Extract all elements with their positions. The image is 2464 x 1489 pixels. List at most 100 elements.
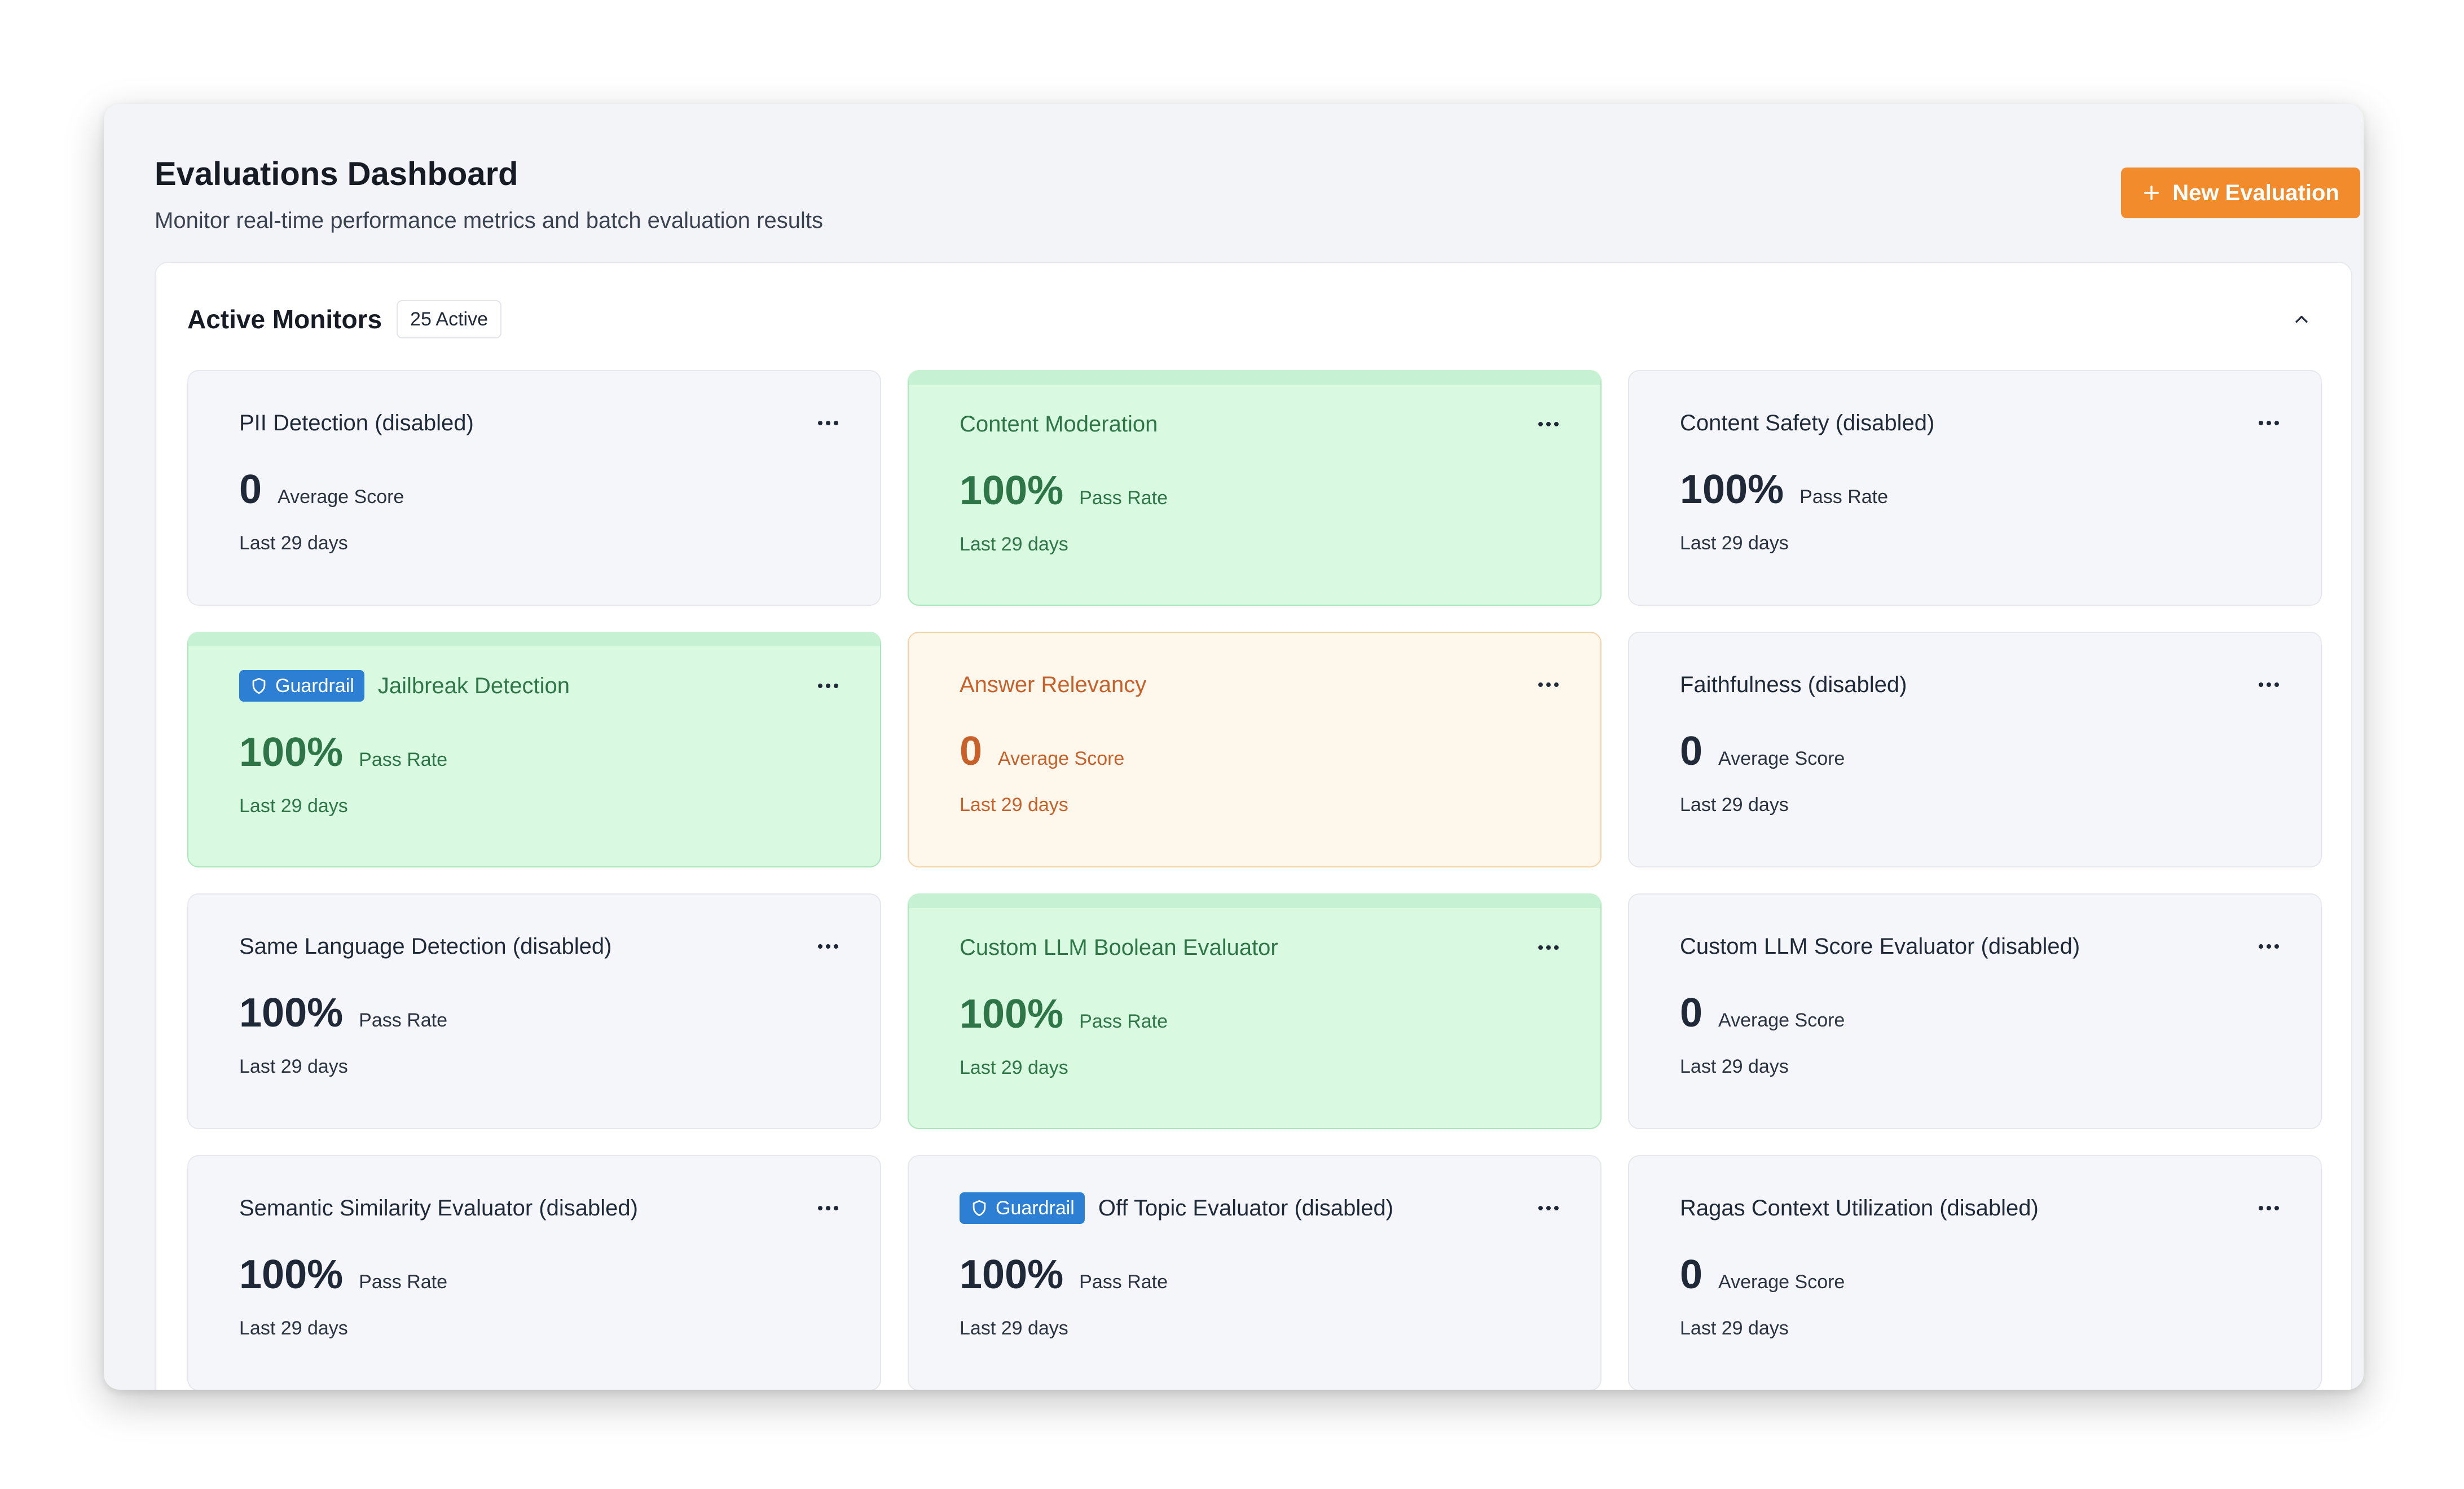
guardrail-badge: Guardrail <box>239 670 364 702</box>
more-options-button[interactable] <box>2252 406 2286 440</box>
monitor-card[interactable]: Content Moderation 100% Pass Rate Last 2… <box>908 370 1601 606</box>
panel-header: Active Monitors 25 Active <box>187 299 2320 340</box>
monitor-title: Content Moderation <box>960 412 1158 437</box>
metric-row: 0 Average Score <box>960 729 1551 774</box>
new-evaluation-label: New Evaluation <box>2172 180 2339 205</box>
metric-label: Pass Rate <box>1079 487 1168 509</box>
monitor-title: Ragas Context Utilization (disabled) <box>1680 1196 2039 1221</box>
monitor-card[interactable]: Faithfulness (disabled) 0 Average Score … <box>1628 632 2322 867</box>
card-header: Semantic Similarity Evaluator (disabled) <box>239 1191 830 1225</box>
metric-label: Average Score <box>278 486 404 508</box>
monitor-card[interactable]: Content Safety (disabled) 100% Pass Rate… <box>1628 370 2322 606</box>
time-period: Last 29 days <box>960 794 1068 816</box>
metric-row: 0 Average Score <box>1680 729 2271 774</box>
card-header: Ragas Context Utilization (disabled) <box>1680 1191 2271 1225</box>
metric-row: 100% Pass Rate <box>960 1252 1551 1297</box>
time-period: Last 29 days <box>960 534 1068 555</box>
monitor-card[interactable]: Semantic Similarity Evaluator (disabled)… <box>187 1155 881 1390</box>
monitor-title: PII Detection (disabled) <box>239 411 474 435</box>
more-options-button[interactable] <box>2252 668 2286 702</box>
metric-row: 100% Pass Rate <box>960 992 1551 1037</box>
metric-label: Average Score <box>1718 748 1845 769</box>
monitor-card[interactable]: Guardrail Off Topic Evaluator (disabled)… <box>908 1155 1601 1390</box>
metric-label: Pass Rate <box>1799 486 1889 508</box>
guardrail-label: Guardrail <box>996 1197 1075 1219</box>
active-count-badge: 25 Active <box>397 300 502 338</box>
monitor-title: Answer Relevancy <box>960 672 1147 697</box>
card-header: Custom LLM Score Evaluator (disabled) <box>1680 929 2271 963</box>
metric-row: 0 Average Score <box>1680 1252 2271 1297</box>
time-period: Last 29 days <box>1680 532 1789 554</box>
metric-label: Average Score <box>998 748 1125 769</box>
metric-value: 100% <box>239 730 344 775</box>
more-options-button[interactable] <box>811 1191 845 1225</box>
page-subtitle: Monitor real-time performance metrics an… <box>155 208 823 233</box>
metric-value: 100% <box>960 1252 1064 1297</box>
ellipsis-icon <box>1538 422 1559 426</box>
ellipsis-icon <box>1538 945 1559 950</box>
monitor-title: Jailbreak Detection <box>377 673 570 698</box>
monitor-title: Content Safety (disabled) <box>1680 411 1935 435</box>
metric-value: 100% <box>1680 467 1784 512</box>
time-period: Last 29 days <box>1680 794 1789 816</box>
monitor-grid: PII Detection (disabled) 0 Average Score… <box>187 370 2322 1390</box>
ellipsis-icon <box>818 684 838 688</box>
metric-value: 0 <box>1680 990 1703 1036</box>
metric-value: 100% <box>960 468 1064 513</box>
shield-icon <box>973 1200 986 1217</box>
dashboard-window: Evaluations Dashboard Monitor real-time … <box>104 104 2364 1390</box>
monitor-title: Semantic Similarity Evaluator (disabled) <box>239 1196 638 1221</box>
monitor-card[interactable]: Custom LLM Boolean Evaluator 100% Pass R… <box>908 893 1601 1129</box>
more-options-button[interactable] <box>1532 668 1565 702</box>
metric-label: Average Score <box>1718 1010 1845 1031</box>
ellipsis-icon <box>2259 421 2279 425</box>
ellipsis-icon <box>2259 1206 2279 1210</box>
time-period: Last 29 days <box>239 1318 348 1339</box>
page-title: Evaluations Dashboard <box>155 156 518 192</box>
monitor-card[interactable]: Answer Relevancy 0 Average Score Last 29… <box>908 632 1601 867</box>
card-header: Same Language Detection (disabled) <box>239 929 830 963</box>
time-period: Last 29 days <box>960 1318 1068 1339</box>
metric-label: Pass Rate <box>359 1010 448 1031</box>
monitor-card[interactable]: Custom LLM Score Evaluator (disabled) 0 … <box>1628 893 2322 1129</box>
monitor-card[interactable]: Ragas Context Utilization (disabled) 0 A… <box>1628 1155 2322 1390</box>
metric-row: 100% Pass Rate <box>239 1252 830 1297</box>
more-options-button[interactable] <box>1532 931 1565 964</box>
metric-value: 0 <box>239 467 262 512</box>
monitor-title: Custom LLM Boolean Evaluator <box>960 935 1278 960</box>
metric-value: 100% <box>239 1252 344 1297</box>
monitor-title: Off Topic Evaluator (disabled) <box>1098 1196 1394 1221</box>
new-evaluation-button[interactable]: New Evaluation <box>2121 168 2360 218</box>
more-options-button[interactable] <box>1532 407 1565 441</box>
metric-value: 100% <box>239 990 344 1036</box>
card-header: Answer Relevancy <box>960 668 1551 702</box>
card-header: Guardrail Off Topic Evaluator (disabled) <box>960 1191 1551 1225</box>
guardrail-badge: Guardrail <box>960 1192 1085 1224</box>
time-period: Last 29 days <box>239 532 348 554</box>
time-period: Last 29 days <box>960 1057 1068 1078</box>
chevron-up-icon <box>2295 315 2308 323</box>
more-options-button[interactable] <box>811 929 845 963</box>
monitor-card[interactable]: Same Language Detection (disabled) 100% … <box>187 893 881 1129</box>
more-options-button[interactable] <box>1532 1191 1565 1225</box>
metric-label: Pass Rate <box>1079 1011 1168 1032</box>
time-period: Last 29 days <box>239 1056 348 1077</box>
more-options-button[interactable] <box>811 669 845 703</box>
metric-label: Pass Rate <box>359 1271 448 1293</box>
card-header: PII Detection (disabled) <box>239 406 830 440</box>
more-options-button[interactable] <box>2252 929 2286 963</box>
monitor-card[interactable]: PII Detection (disabled) 0 Average Score… <box>187 370 881 606</box>
card-header: Custom LLM Boolean Evaluator <box>960 931 1551 964</box>
metric-label: Average Score <box>1718 1271 1845 1293</box>
more-options-button[interactable] <box>811 406 845 440</box>
ellipsis-icon <box>818 421 838 425</box>
monitor-card[interactable]: Guardrail Jailbreak Detection 100% Pass … <box>187 632 881 867</box>
monitor-title: Custom LLM Score Evaluator (disabled) <box>1680 934 2080 959</box>
metric-value: 0 <box>1680 729 1703 774</box>
metric-row: 0 Average Score <box>239 467 830 512</box>
ellipsis-icon <box>2259 682 2279 687</box>
card-header: Content Moderation <box>960 407 1551 441</box>
metric-value: 0 <box>960 729 983 774</box>
collapse-button[interactable] <box>2283 301 2320 337</box>
more-options-button[interactable] <box>2252 1191 2286 1225</box>
